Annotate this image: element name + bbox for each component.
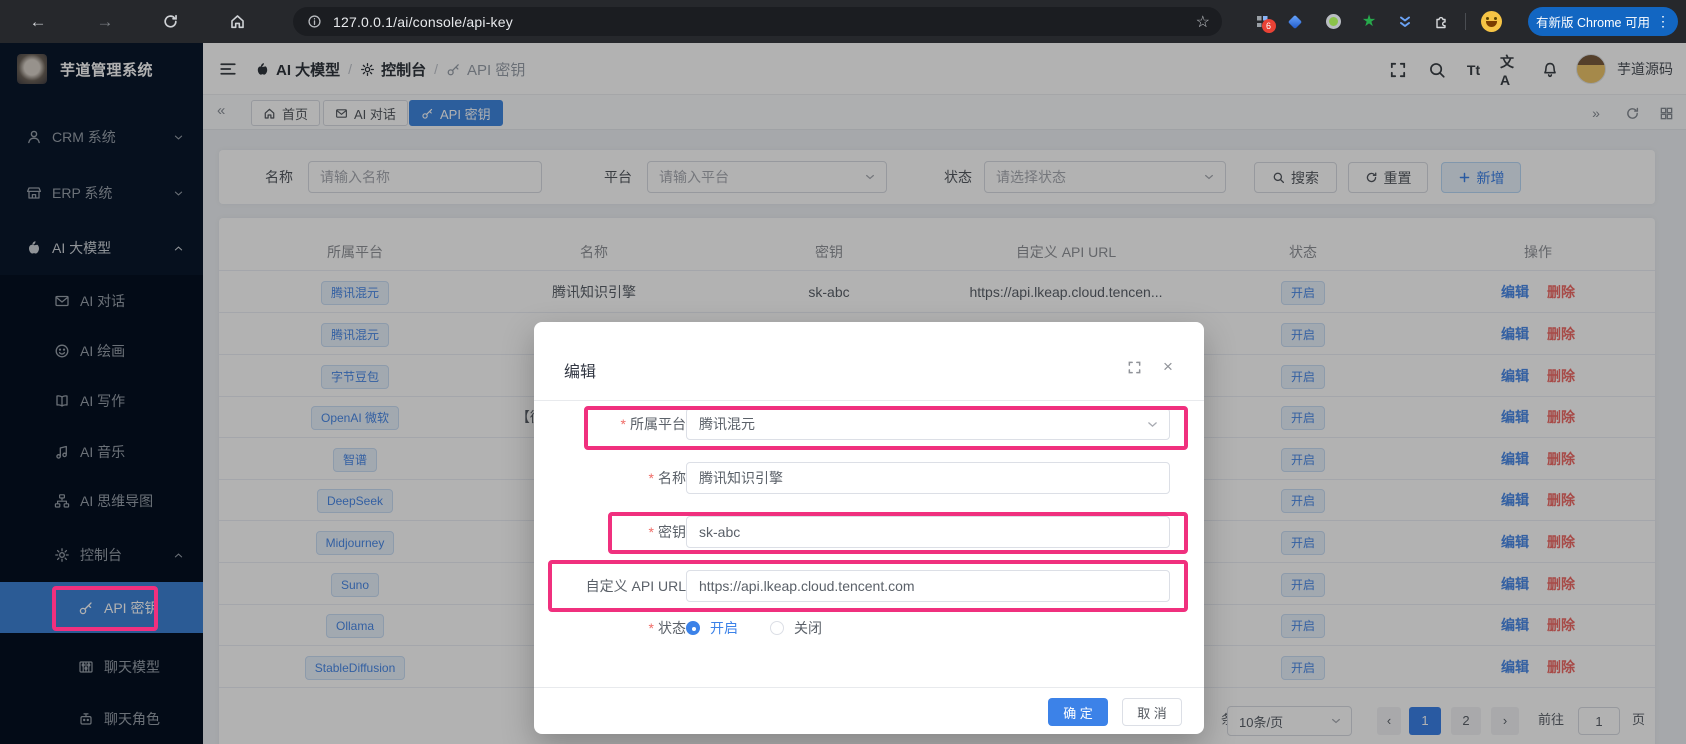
name-input[interactable] [686,462,1170,494]
extension-badge: 6 [1261,19,1276,33]
field-label-status: 状态 [548,612,686,644]
chevron-down-icon [1148,421,1157,427]
browser-forward-icon[interactable]: → [93,0,117,43]
radio-off-label[interactable]: 关闭 [794,618,822,638]
edit-dialog: 编辑 × 所属平台 腾讯混元 名称 密钥 自定义 API URL 状态 开启 关… [534,322,1204,734]
site-info-icon[interactable] [307,14,322,29]
extension-star-icon[interactable]: ★ [1356,0,1382,43]
radio-on-label[interactable]: 开启 [710,618,738,638]
profile-avatar-icon[interactable] [1478,0,1504,43]
chrome-update-button[interactable]: 有新版 Chrome 可用 ⋮ [1528,7,1678,36]
dialog-fullscreen-icon[interactable] [1126,359,1142,375]
toolbar-separator [1452,0,1478,43]
screenshot-root: ← → 127.0.0.1/ai/console/api-key ☆ 6 ★ 有… [0,0,1686,744]
browser-reload-icon[interactable] [158,0,182,43]
key-input[interactable] [686,516,1170,548]
extension-chevrons-icon[interactable] [1392,0,1418,43]
url-input[interactable] [686,570,1170,602]
chrome-update-label: 有新版 Chrome 可用 [1536,16,1650,30]
platform-select[interactable]: 腾讯混元 [686,408,1170,440]
field-label-platform: 所属平台 [548,408,686,440]
field-label-name: 名称 [548,462,686,494]
field-label-key: 密钥 [548,516,686,548]
cancel-button[interactable]: 取 消 [1122,698,1182,726]
extension-grid-icon[interactable]: 6 [1249,0,1276,43]
browser-address-bar[interactable]: 127.0.0.1/ai/console/api-key ☆ [293,7,1222,36]
status-radio-group: 开启 关闭 [686,614,844,642]
field-label-url: 自定义 API URL [585,578,686,594]
dialog-close-icon[interactable]: × [1160,357,1176,376]
chrome-menu-icon[interactable]: ⋮ [1656,13,1670,30]
extensions-puzzle-icon[interactable] [1428,0,1454,43]
confirm-button[interactable]: 确 定 [1048,698,1108,726]
dialog-title: 编辑 [564,364,597,381]
extension-kite-icon[interactable] [1282,0,1308,43]
browser-home-icon[interactable] [225,0,249,43]
radio-on[interactable] [686,621,700,635]
url-text: 127.0.0.1/ai/console/api-key [333,13,513,30]
dialog-footer-divider [534,687,1204,688]
browser-toolbar: ← → 127.0.0.1/ai/console/api-key ☆ 6 ★ 有… [0,0,1686,43]
select-value: 腾讯混元 [699,416,755,432]
radio-off[interactable] [770,621,784,635]
dialog-divider [534,400,1204,401]
extension-circle-icon[interactable] [1320,0,1346,43]
bookmark-star-icon[interactable]: ☆ [1196,12,1210,32]
browser-back-icon[interactable]: ← [26,0,50,43]
